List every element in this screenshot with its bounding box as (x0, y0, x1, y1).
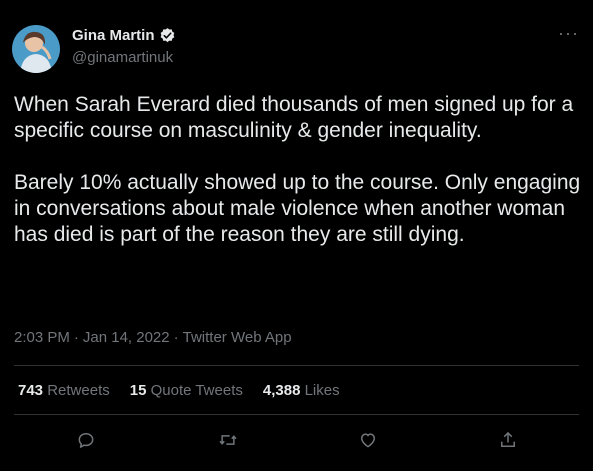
avatar[interactable] (12, 25, 60, 73)
likes-count: 4,388 (262, 382, 301, 399)
tweet-stats: 743 Retweets 15 Quote Tweets 4,388 Likes (18, 382, 340, 399)
likes-stat[interactable]: 4,388 Likes (263, 382, 340, 399)
like-icon[interactable] (358, 430, 378, 450)
likes-label: Likes (304, 382, 340, 399)
author-name-text[interactable]: Gina Martin (72, 27, 155, 44)
quotes-stat[interactable]: 15 Quote Tweets (130, 382, 243, 399)
retweet-icon[interactable] (218, 430, 238, 450)
quotes-count: 15 (129, 382, 147, 399)
share-icon[interactable] (498, 430, 518, 450)
meta-separator: · (73, 329, 79, 346)
divider (14, 414, 579, 415)
retweets-label: Retweets (47, 382, 110, 399)
tweet-actions (0, 420, 593, 460)
tweet-meta: 2:03 PM · Jan 14, 2022 · Twitter Web App (14, 329, 292, 346)
divider (14, 365, 579, 366)
author-handle[interactable]: @ginamartinuk (72, 49, 173, 66)
retweets-stat[interactable]: 743 Retweets (18, 382, 110, 399)
verified-badge-icon (159, 27, 176, 44)
quotes-label: Quote Tweets (150, 382, 243, 399)
tweet-time[interactable]: 2:03 PM (14, 329, 70, 346)
tweet-client[interactable]: Twitter Web App (183, 329, 292, 346)
reply-icon[interactable] (76, 430, 96, 450)
retweets-count: 743 (18, 382, 44, 399)
more-options-icon[interactable]: ··· (558, 24, 579, 42)
tweet-date[interactable]: Jan 14, 2022 (83, 329, 170, 346)
meta-separator: · (173, 329, 179, 346)
author-name[interactable]: Gina Martin (72, 27, 176, 44)
tweet-text: When Sarah Everard died thousands of men… (14, 93, 581, 246)
